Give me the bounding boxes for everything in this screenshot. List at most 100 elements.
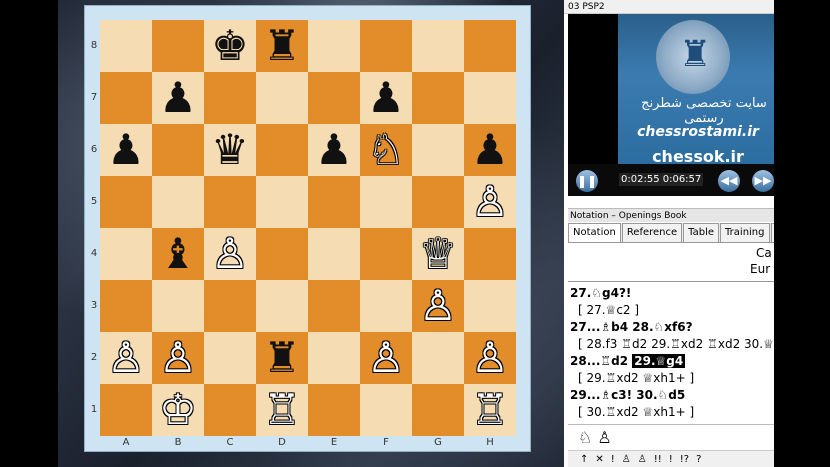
square-e8[interactable] bbox=[308, 20, 360, 72]
square-g5[interactable] bbox=[412, 176, 464, 228]
white-king-icon[interactable]: ♔ bbox=[159, 389, 197, 431]
square-e4[interactable] bbox=[308, 228, 360, 280]
annotation-symbol-button[interactable]: !! bbox=[654, 454, 662, 465]
square-f3[interactable] bbox=[360, 280, 412, 332]
square-f6[interactable]: ♘ bbox=[360, 124, 412, 176]
square-h8[interactable] bbox=[464, 20, 516, 72]
move-text[interactable]: 27.♘g4?! bbox=[570, 286, 631, 300]
square-b4[interactable]: ♝ bbox=[152, 228, 204, 280]
square-g8[interactable] bbox=[412, 20, 464, 72]
square-a5[interactable] bbox=[100, 176, 152, 228]
black-rook-icon[interactable]: ♜ bbox=[263, 337, 301, 379]
tab-table[interactable]: Table bbox=[683, 223, 720, 242]
square-c3[interactable] bbox=[204, 280, 256, 332]
square-f5[interactable] bbox=[360, 176, 412, 228]
black-rook-icon[interactable]: ♜ bbox=[263, 25, 301, 67]
white-pawn-icon[interactable]: ♙ bbox=[471, 337, 509, 379]
annotation-symbol-button[interactable]: ♙ bbox=[622, 454, 631, 465]
square-a6[interactable]: ♟ bbox=[100, 124, 152, 176]
square-d6[interactable] bbox=[256, 124, 308, 176]
square-h3[interactable] bbox=[464, 280, 516, 332]
square-b3[interactable] bbox=[152, 280, 204, 332]
variation-line[interactable]: [ 28.f3 ♖d2 29.♖xd2 ♖xd2 30.♕ bbox=[570, 336, 774, 353]
square-a3[interactable] bbox=[100, 280, 152, 332]
square-c4[interactable]: ♙ bbox=[204, 228, 256, 280]
black-bishop-icon[interactable]: ♝ bbox=[159, 233, 197, 275]
white-pawn-icon[interactable]: ♙ bbox=[107, 337, 145, 379]
square-c2[interactable] bbox=[204, 332, 256, 384]
square-b7[interactable]: ♟ bbox=[152, 72, 204, 124]
white-pawn-icon[interactable]: ♙ bbox=[367, 337, 405, 379]
annotation-symbol-button[interactable]: ! bbox=[669, 454, 673, 465]
video-player[interactable]: ♜ سایت تخصصی شطرنج رستمی chessrostami.ir… bbox=[568, 14, 774, 164]
square-e3[interactable] bbox=[308, 280, 360, 332]
square-d2[interactable]: ♜ bbox=[256, 332, 308, 384]
black-pawn-icon[interactable]: ♟ bbox=[159, 77, 197, 119]
square-d1[interactable]: ♖ bbox=[256, 384, 308, 436]
tab-reference[interactable]: Reference bbox=[621, 223, 683, 242]
white-rook-icon[interactable]: ♖ bbox=[263, 389, 301, 431]
square-d5[interactable] bbox=[256, 176, 308, 228]
square-g6[interactable] bbox=[412, 124, 464, 176]
square-h7[interactable] bbox=[464, 72, 516, 124]
square-d3[interactable] bbox=[256, 280, 308, 332]
move-text[interactable]: 29...♗c3! 30.♘d5 bbox=[570, 388, 685, 402]
square-f2[interactable]: ♙ bbox=[360, 332, 412, 384]
main-line-move[interactable]: 27.♘g4?! bbox=[570, 285, 774, 302]
white-pawn-icon[interactable]: ♙ bbox=[471, 181, 509, 223]
square-b6[interactable] bbox=[152, 124, 204, 176]
square-h2[interactable]: ♙ bbox=[464, 332, 516, 384]
variation-line[interactable]: [ 27.♕c2 ] bbox=[570, 302, 774, 319]
move-text[interactable]: 28...♖d2 bbox=[570, 354, 632, 368]
square-h4[interactable] bbox=[464, 228, 516, 280]
square-d4[interactable] bbox=[256, 228, 308, 280]
white-pawn-icon[interactable]: ♙ bbox=[419, 285, 457, 327]
square-e2[interactable] bbox=[308, 332, 360, 384]
move-text[interactable]: [ 28.f3 ♖d2 29.♖xd2 ♖xd2 30.♕ bbox=[578, 337, 774, 351]
square-b5[interactable] bbox=[152, 176, 204, 228]
square-g2[interactable] bbox=[412, 332, 464, 384]
move-text[interactable]: 27...♗b4 28.♘xf6? bbox=[570, 320, 693, 334]
square-b1[interactable]: ♔ bbox=[152, 384, 204, 436]
square-f8[interactable] bbox=[360, 20, 412, 72]
white-rook-icon[interactable]: ♖ bbox=[471, 389, 509, 431]
main-line-move[interactable]: 29...♗c3! 30.♘d5 bbox=[570, 387, 774, 404]
square-c7[interactable] bbox=[204, 72, 256, 124]
move-text[interactable]: [ 29.♖xd2 ♕xh1+ ] bbox=[578, 371, 694, 385]
tab-training[interactable]: Training bbox=[720, 223, 770, 242]
square-a4[interactable] bbox=[100, 228, 152, 280]
square-b2[interactable]: ♙ bbox=[152, 332, 204, 384]
square-e6[interactable]: ♟ bbox=[308, 124, 360, 176]
square-g4[interactable]: ♕ bbox=[412, 228, 464, 280]
white-queen-icon[interactable]: ♕ bbox=[419, 233, 457, 275]
square-c8[interactable]: ♚ bbox=[204, 20, 256, 72]
tab-notation[interactable]: Notation bbox=[568, 223, 621, 242]
square-d7[interactable] bbox=[256, 72, 308, 124]
variation-line[interactable]: [ 29.♖xd2 ♕xh1+ ] bbox=[570, 370, 774, 387]
square-f7[interactable]: ♟ bbox=[360, 72, 412, 124]
knight-pawn-icons[interactable]: ♘ ♙ bbox=[578, 428, 612, 447]
square-c6[interactable]: ♛ bbox=[204, 124, 256, 176]
annotation-symbol-button[interactable]: ✕ bbox=[595, 454, 603, 465]
annotation-symbol-button[interactable]: ↑ bbox=[580, 454, 588, 465]
square-g3[interactable]: ♙ bbox=[412, 280, 464, 332]
chess-board[interactable]: ♚ ♜ ♟ ♟ ♟ ♛ ♟ ♘ ♟ ♙ ♝ ♙ ♕ ♙ ♙ ♙ ♜ ♙ ♙ ♔ ♖ ♖ bbox=[100, 20, 516, 436]
square-e5[interactable] bbox=[308, 176, 360, 228]
white-pawn-icon[interactable]: ♙ bbox=[211, 233, 249, 275]
white-pawn-icon[interactable]: ♙ bbox=[159, 337, 197, 379]
square-d8[interactable]: ♜ bbox=[256, 20, 308, 72]
annotation-symbol-button[interactable]: ? bbox=[696, 454, 701, 465]
square-f4[interactable] bbox=[360, 228, 412, 280]
forward-button[interactable]: ▶▶ bbox=[752, 170, 774, 192]
annotation-symbol-button[interactable]: ♙ bbox=[638, 454, 647, 465]
square-g1[interactable] bbox=[412, 384, 464, 436]
main-line-move[interactable]: 27...♗b4 28.♘xf6? bbox=[570, 319, 774, 336]
black-pawn-icon[interactable]: ♟ bbox=[315, 129, 353, 171]
square-h5[interactable]: ♙ bbox=[464, 176, 516, 228]
black-pawn-icon[interactable]: ♟ bbox=[107, 129, 145, 171]
black-king-icon[interactable]: ♚ bbox=[211, 25, 249, 67]
black-queen-icon[interactable]: ♛ bbox=[211, 129, 249, 171]
square-f1[interactable] bbox=[360, 384, 412, 436]
annotation-symbol-button[interactable]: !? bbox=[680, 454, 689, 465]
rewind-button[interactable]: ◀◀ bbox=[718, 170, 740, 192]
